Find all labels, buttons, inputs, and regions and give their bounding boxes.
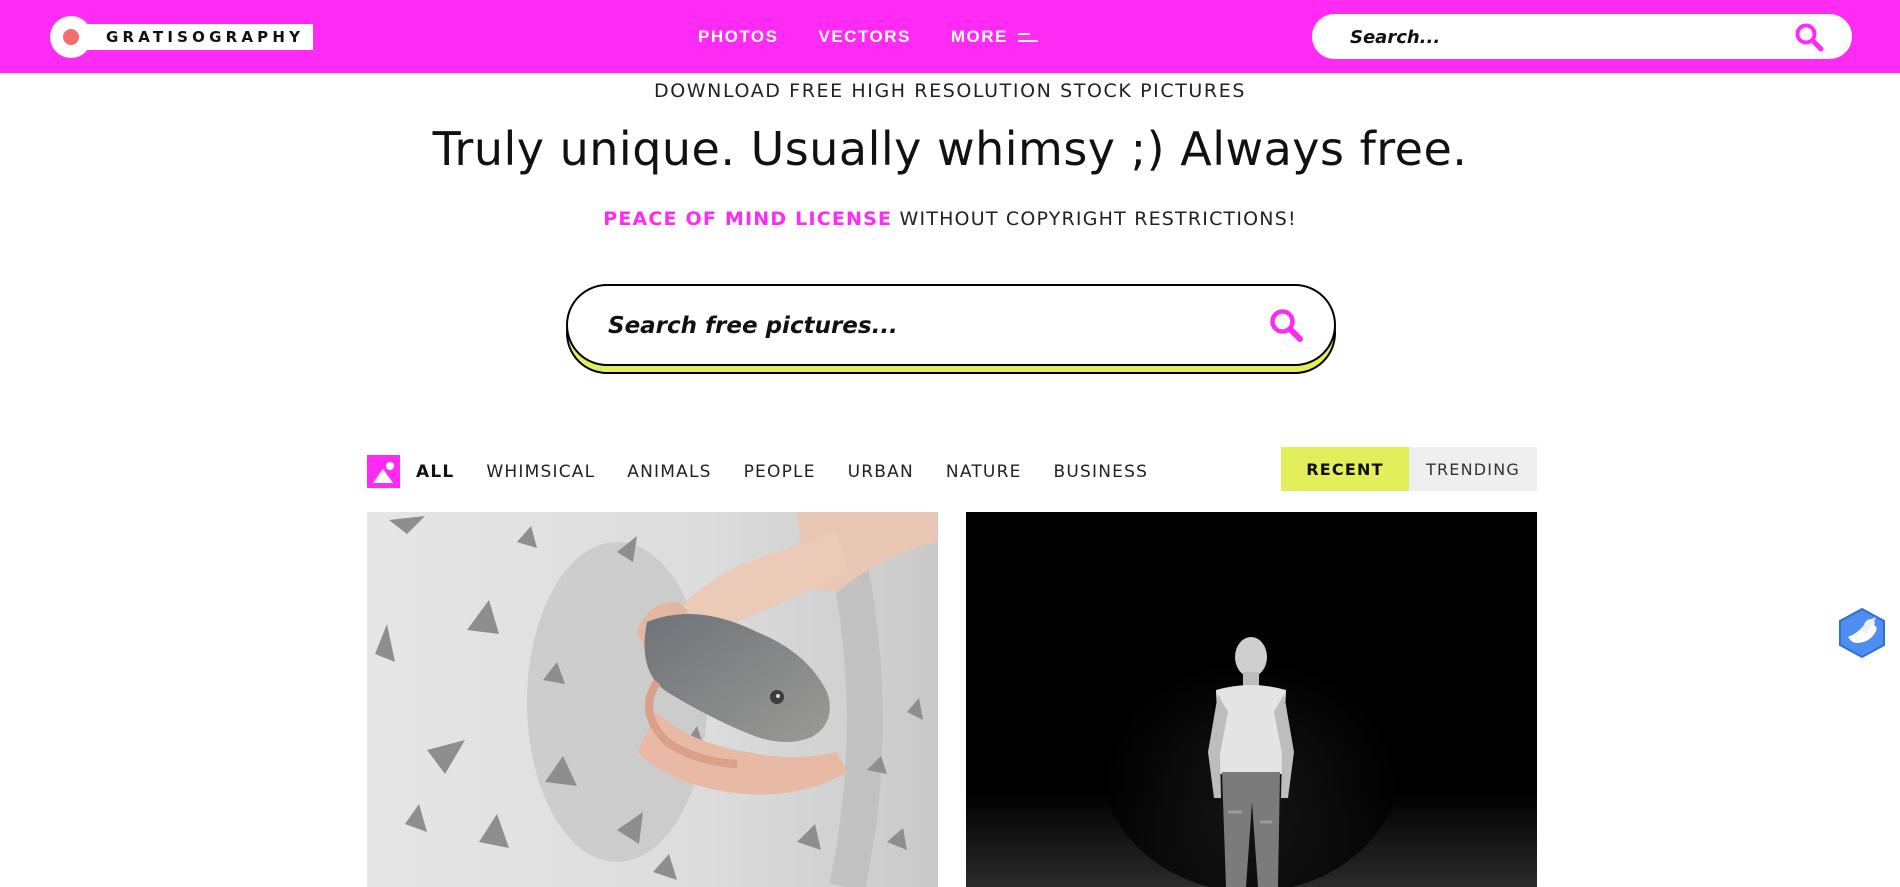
category-whimsical[interactable]: WHIMSICAL [486, 460, 595, 484]
nav-more-label: MORE [950, 27, 1008, 46]
page-subheading: DOWNLOAD FREE HIGH RESOLUTION STOCK PICT… [654, 80, 1246, 102]
site-header: GRATISOGRAPHY PHOTOS VECTORS MORE [0, 0, 1900, 73]
nav-more[interactable]: MORE [951, 24, 1038, 50]
header-search-input[interactable] [1348, 14, 1772, 61]
logo-text: GRATISOGRAPHY [106, 28, 305, 46]
category-all[interactable]: ALL [416, 460, 454, 484]
photo-card-hands-fish[interactable] [367, 512, 938, 887]
nav-photos[interactable]: PHOTOS [698, 24, 778, 50]
menu-icon [1017, 31, 1038, 43]
category-animals[interactable]: ANIMALS [627, 460, 711, 484]
category-urban[interactable]: URBAN [848, 460, 914, 484]
category-nature[interactable]: NATURE [946, 460, 1022, 484]
sort-toggle: RECENT TRENDING [1281, 447, 1537, 491]
photo-card-man-dark[interactable] [966, 512, 1537, 887]
search-icon[interactable] [1268, 307, 1304, 343]
logo-circle [50, 16, 92, 58]
sort-recent-button[interactable]: RECENT [1281, 447, 1409, 491]
license-text: WITHOUT COPYRIGHT RESTRICTIONS! [892, 208, 1297, 230]
logo-dot-icon [63, 29, 79, 45]
photo-man-dark [966, 512, 1537, 887]
sort-trending-button[interactable]: TRENDING [1409, 447, 1537, 491]
header-search [1312, 14, 1852, 61]
photo-hands-fish [367, 512, 938, 887]
dove-badge-icon[interactable] [1836, 607, 1888, 659]
main-nav: PHOTOS VECTORS MORE [698, 24, 1038, 50]
category-business[interactable]: BUSINESS [1054, 460, 1149, 484]
main-search-input[interactable] [606, 286, 1230, 366]
page-title: Truly unique. Usually whimsy ;) Always f… [432, 122, 1468, 176]
nav-vectors[interactable]: VECTORS [818, 24, 910, 50]
license-line: PEACE OF MIND LICENSE WITHOUT COPYRIGHT … [0, 208, 1900, 230]
license-link[interactable]: PEACE OF MIND LICENSE [603, 208, 892, 230]
search-icon[interactable] [1794, 22, 1824, 52]
image-icon [367, 455, 400, 488]
category-people[interactable]: PEOPLE [744, 460, 816, 484]
main-search [566, 284, 1336, 366]
category-nav: ALL WHIMSICAL ANIMALS PEOPLE URBAN NATUR… [416, 460, 1180, 484]
site-logo[interactable]: GRATISOGRAPHY [50, 16, 313, 58]
